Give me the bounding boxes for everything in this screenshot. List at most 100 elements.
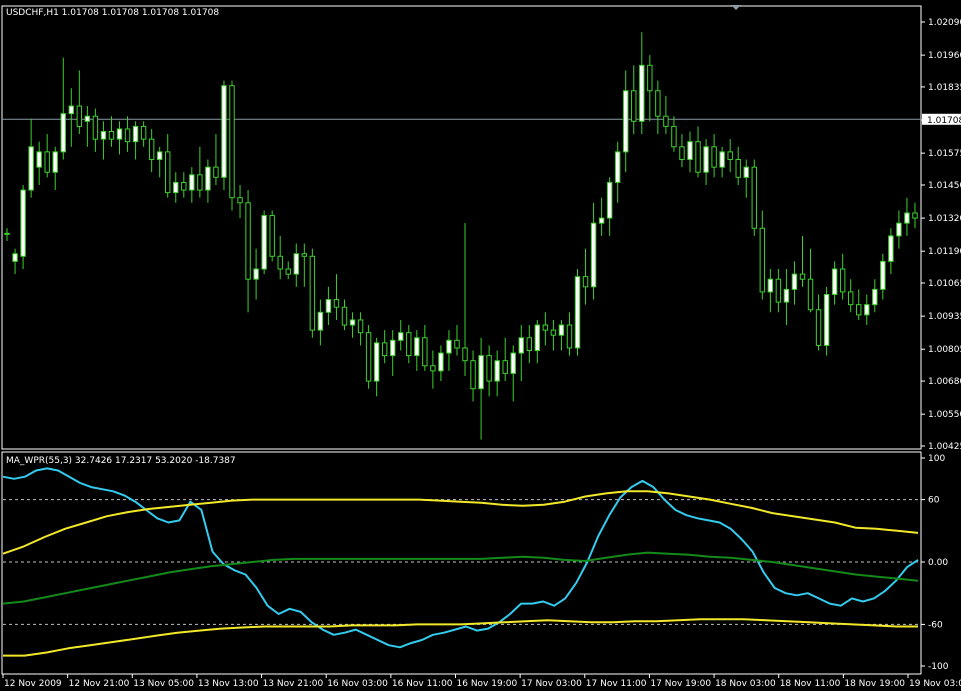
candle-body-bull (880, 260, 886, 290)
candle-body-bear (430, 365, 436, 372)
candle-body-bull (896, 222, 902, 237)
time-axis-label: 13 Nov 13:00 (198, 679, 259, 689)
candle-body-bull (574, 276, 581, 349)
candle-body-bull (446, 339, 452, 354)
price-axis-label: 1.00550 (928, 410, 961, 420)
candle-body-bear (165, 151, 171, 194)
candle-body-bear (237, 197, 243, 204)
candle-body-bear (655, 90, 661, 117)
candle-body-bull (12, 253, 18, 262)
candle (261, 210, 267, 275)
candle-body-bear (759, 227, 766, 293)
candle-body-bull (317, 311, 324, 331)
candle-body-bull (398, 332, 404, 341)
candle-body-bear (124, 128, 131, 143)
candle-body-bull (68, 105, 75, 115)
price-axis-label: 1.01320 (928, 214, 961, 224)
candle-body-bear (229, 85, 235, 199)
price-axis-label: 1.01575 (928, 149, 961, 159)
indicator-axis-label: -60 (928, 620, 943, 630)
candle-body-bear (76, 105, 83, 127)
price-axis-label: 1.01065 (928, 279, 961, 289)
candle-body-bear (462, 347, 468, 362)
candle-body-bear (486, 355, 492, 382)
candle-body-bear (44, 151, 50, 173)
indicator-header: MA_WPR(55,3) 32.7426 17.2317 53.2020 -18… (6, 456, 236, 466)
candle-body-bear (631, 90, 637, 122)
indicator-axis-label: 100 (928, 454, 945, 464)
candle-body-bear (454, 339, 460, 349)
time-axis-label: 19 Nov 03:00 (909, 679, 961, 689)
candle-body-bull (623, 90, 629, 153)
candle-body-bull (28, 146, 34, 191)
candle-body-bear (140, 125, 147, 140)
time-axis-label: 13 Nov 21:00 (263, 679, 324, 689)
candle (365, 325, 372, 389)
candle-body-bear (695, 141, 701, 173)
candle-body-bull (253, 268, 259, 280)
candle-body-bear (92, 115, 99, 140)
candle-body-bear (856, 304, 862, 316)
candle (309, 248, 316, 338)
price-axis-label: 1.02090 (928, 18, 961, 28)
candle-body-bear (502, 360, 508, 374)
time-axis-label: 17 Nov 19:00 (650, 679, 711, 689)
candle-body-bear (213, 166, 219, 178)
candle-body-bull (823, 293, 830, 346)
candle-body-bull (173, 181, 179, 194)
candle (20, 184, 26, 270)
candle-body-bear (357, 319, 364, 334)
indicator-axis-label: -100 (928, 662, 949, 672)
candle-body-bear (751, 166, 757, 229)
candle-body-bear (181, 181, 187, 191)
candle-body-bear (309, 255, 316, 331)
candle-body-bear (711, 146, 717, 168)
candle-body-bull (438, 352, 444, 372)
candle-body-bull (767, 278, 774, 293)
candle-body-bear (470, 360, 476, 390)
price-axis-label: 1.00935 (928, 312, 961, 322)
candle-body-bull (100, 131, 107, 140)
candle-body-bear (365, 332, 372, 382)
candle-body-bull (590, 222, 597, 288)
price-axis-label: 1.01960 (928, 51, 961, 61)
time-axis-label: 16 Nov 11:00 (392, 679, 453, 689)
candle-body-bear (422, 337, 428, 367)
indicator-axis-label: 0.00 (928, 558, 948, 568)
candle-body-bull (4, 232, 10, 235)
candle-body-bull (414, 337, 420, 357)
time-axis-label: 12 Nov 21:00 (69, 679, 130, 689)
candle-body-bull (189, 174, 195, 191)
candle-body-bull (116, 128, 123, 140)
candle-body-bull (20, 189, 26, 257)
candle-body-bull (132, 125, 139, 143)
candle-body-bear (671, 125, 677, 148)
candle-body-bear (301, 253, 308, 257)
candle-body-bear (341, 306, 348, 326)
time-axis-label: 16 Nov 03:00 (327, 679, 388, 689)
candle (823, 286, 830, 356)
candle-body-bear (727, 151, 733, 161)
candle-body-bull (221, 85, 227, 178)
candle-body-bull (293, 253, 299, 275)
candle-body-bear (847, 291, 854, 306)
candle-body-bear (285, 268, 291, 275)
candle-body-bull (349, 319, 356, 326)
candle-body-bear (839, 268, 846, 293)
candle-body-bear (582, 276, 589, 288)
price-axis-label: 1.01835 (928, 83, 961, 93)
candle-body-bear (542, 324, 549, 331)
candle-body-bear (269, 215, 275, 257)
candle-body-bear (912, 212, 918, 219)
candle-body-bull (614, 151, 621, 183)
candle-body-bear (550, 329, 557, 336)
candle-body-bull (518, 337, 524, 354)
candle (229, 80, 235, 211)
candle-body-bear (663, 115, 669, 127)
time-axis-label: 18 Nov 03:00 (715, 679, 776, 689)
candle-body-bull (639, 64, 645, 122)
candle-body-bull (261, 215, 267, 270)
candle-body-bull (703, 146, 709, 173)
symbol-header: USDCHF,H1 1.01708 1.01708 1.01708 1.0170… (6, 8, 219, 18)
candle-body-bull (687, 141, 693, 161)
